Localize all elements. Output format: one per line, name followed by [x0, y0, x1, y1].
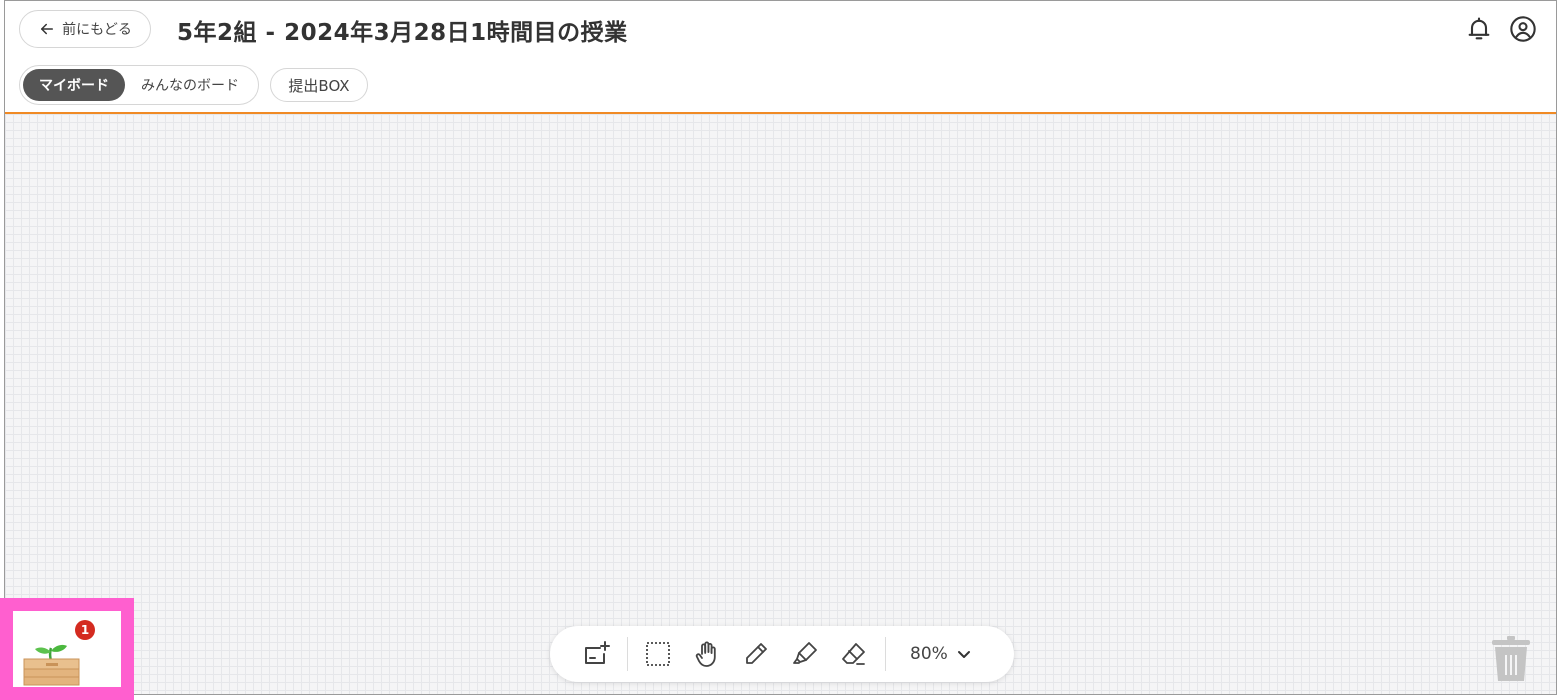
toolbar-divider [627, 637, 628, 671]
user-circle-icon [1510, 16, 1536, 42]
inbox-highlight-frame: 1 [0, 598, 134, 700]
highlighter-icon [793, 642, 817, 664]
chevron-down-icon [957, 651, 970, 658]
toolbar-divider [885, 637, 886, 671]
hand-tool[interactable] [687, 634, 727, 674]
back-button[interactable]: 前にもどる [19, 10, 151, 48]
bell-icon [1468, 17, 1490, 40]
submit-box-button[interactable]: 提出BOX [270, 68, 368, 102]
tab-everyone-board[interactable]: みんなのボード [125, 69, 255, 101]
eraser-icon [842, 643, 865, 665]
trash-icon [1492, 636, 1530, 681]
drawing-toolbar: 80% [550, 626, 1014, 682]
add-card-icon [585, 641, 610, 664]
select-area-tool[interactable] [638, 634, 678, 674]
board-canvas[interactable] [5, 114, 1556, 694]
board-tab-group: マイボード みんなのボード [19, 65, 259, 105]
pencil-icon [746, 643, 767, 664]
app-window: 前にもどる 5年2組 - 2024年3月28日1時間目の授業 マイボード みんな… [4, 0, 1557, 695]
account-button[interactable] [1508, 14, 1538, 44]
zoom-select[interactable]: 80% [910, 644, 972, 664]
header-bar: 前にもどる 5年2組 - 2024年3月28日1時間目の授業 マイボード みんな… [5, 1, 1556, 114]
zoom-value: 80% [910, 644, 948, 664]
tab-my-board[interactable]: マイボード [23, 69, 125, 101]
notification-button[interactable] [1464, 14, 1494, 44]
hand-icon [695, 641, 716, 667]
select-area-icon [646, 642, 670, 666]
trash-button[interactable] [1489, 635, 1533, 683]
add-card-tool[interactable] [576, 634, 616, 674]
notification-badge: 1 [75, 620, 95, 640]
arrow-left-icon [41, 23, 54, 35]
pencil-tool[interactable] [736, 634, 776, 674]
seedling-box-icon [23, 644, 80, 686]
back-button-label: 前にもどる [62, 22, 132, 38]
seedling-box-button[interactable]: 1 [13, 611, 121, 687]
highlighter-tool[interactable] [785, 634, 825, 674]
page-title: 5年2組 - 2024年3月28日1時間目の授業 [177, 20, 628, 46]
eraser-tool[interactable] [834, 634, 874, 674]
